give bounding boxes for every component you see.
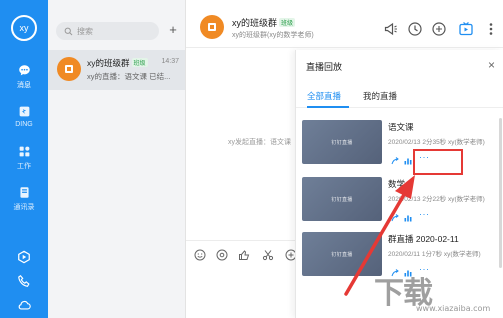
cloud-icon[interactable]: [17, 298, 31, 312]
add-button[interactable]: +: [166, 23, 180, 37]
conversation-preview: xy的直播：语文课 已结...: [87, 72, 171, 81]
rail-item-label: DING: [15, 121, 33, 128]
group-avatar: [57, 57, 81, 81]
thumbs-up-icon[interactable]: [238, 249, 250, 261]
rail-item-label: 通讯录: [13, 204, 35, 211]
class-tag: 班级: [131, 58, 148, 67]
search-placeholder: 搜索: [77, 26, 93, 36]
tab-my-live[interactable]: 我的直播: [363, 90, 397, 102]
rail-item-work[interactable]: 工作: [0, 145, 48, 171]
class-tag: 班级: [279, 18, 296, 27]
replay-thumbnail[interactable]: 钉钉直播: [302, 120, 382, 164]
conversation-item[interactable]: xy的班级群 班级 14:37 xy的直播：语文课 已结...: [48, 50, 185, 90]
ding-icon: [19, 106, 29, 117]
chat-messages: xy发起直播：语文课: [186, 49, 296, 239]
chat-bubble-icon: [18, 65, 30, 76]
close-button[interactable]: ×: [488, 58, 495, 72]
rail-item-ding[interactable]: DING: [0, 105, 48, 128]
contacts-book-icon: [19, 187, 29, 198]
at-mention-icon[interactable]: [216, 249, 228, 261]
system-message: xy发起直播：语文课: [228, 139, 291, 146]
more-options-button[interactable]: ···: [419, 210, 429, 221]
share-icon[interactable]: [390, 213, 400, 223]
tab-all-live[interactable]: 全部直播: [307, 90, 341, 102]
chat-title: xy的班级群 班级: [232, 18, 296, 28]
replay-meta: 2020/02/11 1分7秒 xy(数学老师): [388, 251, 481, 258]
apps-grid-icon: [19, 146, 29, 157]
panel-scrollbar[interactable]: [499, 118, 502, 268]
conversation-time: 14:37: [161, 58, 179, 65]
search-icon: [64, 27, 73, 35]
emoji-icon[interactable]: [194, 249, 206, 261]
user-avatar[interactable]: xy: [11, 15, 37, 41]
watermark-url: www.xiazaiba.com: [416, 304, 491, 313]
scissors-icon[interactable]: [262, 249, 274, 261]
rail-item-label: 消息: [17, 82, 31, 89]
thumb-logo: 钉钉直播: [331, 196, 353, 203]
conversation-name: xy的班级群 班级: [87, 58, 148, 68]
rail-item-label: 工作: [17, 163, 31, 170]
conversation-list: 搜索 + xy的班级群 班级 14:37 xy的直播：语文课 已结...: [48, 0, 186, 318]
replay-title: 语文课: [388, 122, 414, 132]
replay-thumbnail[interactable]: 钉钉直播: [302, 177, 382, 221]
thumb-logo: 钉钉直播: [331, 251, 353, 258]
panel-title: 直播回放: [306, 62, 343, 72]
phone-icon[interactable]: [17, 274, 31, 288]
replay-item[interactable]: 钉钉直播 数学 2020/02/13 2分22秒 xy(数学老师) ···: [302, 177, 502, 237]
chat-header: xy的班级群 班级 xy的班级群(xy的数学老师): [186, 0, 503, 48]
replay-title: 数学: [388, 179, 406, 189]
annotation-highlight-box: [413, 149, 463, 175]
rail-item-contacts[interactable]: 通讯录: [0, 186, 48, 212]
chat-group-avatar[interactable]: [200, 15, 224, 39]
thumb-logo: 钉钉直播: [331, 139, 353, 146]
replay-item[interactable]: 钉钉直播 语文课 2020/02/13 2分35秒 xy(数学老师) ···: [302, 120, 502, 180]
rail-item-messages[interactable]: 消息: [0, 64, 48, 90]
left-rail: xy 消息 DING 工作 通讯录: [0, 0, 48, 318]
replay-tabs: 全部直播 我的直播: [296, 86, 503, 108]
stats-icon[interactable]: [403, 156, 413, 166]
group-book-icon: [65, 65, 73, 73]
active-tab-indicator: [307, 106, 349, 108]
site-watermark: 下载 www.xiazaiba.com: [372, 268, 500, 316]
replay-title: 群直播 2020-02-11: [388, 234, 459, 244]
replay-meta: 2020/02/13 2分22秒 xy(数学老师): [388, 196, 485, 203]
play-icon[interactable]: [17, 250, 31, 264]
search-input[interactable]: 搜索: [56, 22, 159, 40]
more-menu-icon[interactable]: [483, 21, 499, 37]
clock-icon[interactable]: [407, 21, 423, 37]
live-replay-icon[interactable]: [458, 21, 474, 37]
replay-thumbnail[interactable]: 钉钉直播: [302, 232, 382, 276]
share-icon[interactable]: [390, 156, 400, 166]
chat-subtitle: xy的班级群(xy的数学老师): [232, 32, 314, 39]
circle-icon[interactable]: [431, 21, 447, 37]
group-book-icon: [208, 23, 216, 31]
megaphone-icon[interactable]: [383, 21, 399, 37]
replay-meta: 2020/02/13 2分35秒 xy(数学老师): [388, 139, 485, 146]
stats-icon[interactable]: [403, 213, 413, 223]
